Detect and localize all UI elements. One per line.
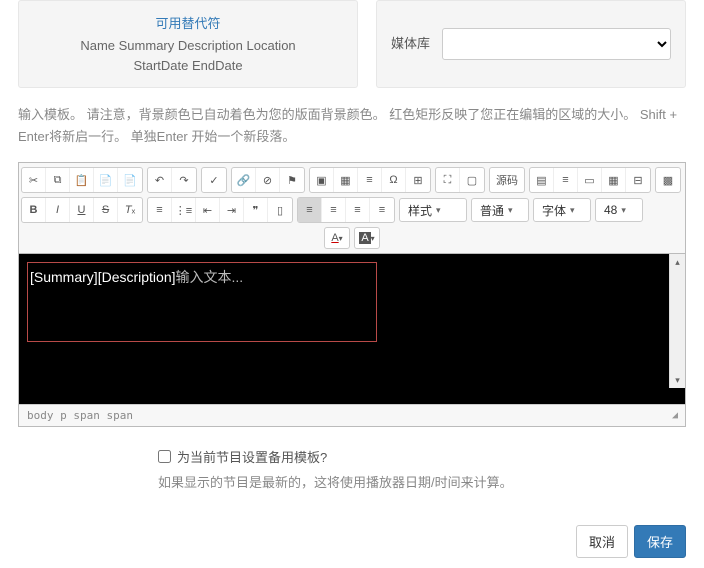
hr-icon[interactable]: ≡ — [358, 168, 382, 192]
fontsize-select[interactable]: 48▾ — [595, 198, 643, 222]
save-button[interactable]: 保存 — [634, 525, 686, 558]
div-icon[interactable]: ▯ — [268, 198, 292, 222]
alignleft-icon[interactable]: ≡ — [298, 198, 322, 222]
paragraph-select[interactable]: 普通▾ — [471, 198, 529, 222]
chevron-down-icon: ▾ — [570, 205, 575, 216]
region-outline: [Summary][Description]输入文本... — [27, 262, 377, 342]
paste-word-icon[interactable]: 📄 — [118, 168, 142, 192]
chevron-down-icon: ▾ — [508, 205, 513, 216]
resize-handle[interactable]: ◢ — [672, 410, 677, 421]
table-icon[interactable]: ▦ — [334, 168, 358, 192]
blockquote-icon[interactable]: ❞ — [244, 198, 268, 222]
fallback-checkbox[interactable] — [158, 450, 171, 463]
strike-button[interactable]: S — [94, 198, 118, 222]
chevron-down-icon: ▾ — [436, 205, 441, 216]
editor-toolbar: ✂ ⧉ 📋 📄 📄 ↶ ↷ ✓ 🔗 ⊘ ⚑ — [19, 163, 685, 254]
selectall-icon[interactable]: ▭ — [578, 168, 602, 192]
cut-icon[interactable]: ✂ — [22, 168, 46, 192]
content-description: [Description] — [98, 269, 176, 285]
media-label: 媒体库 — [391, 36, 430, 53]
help-text: 输入模板。 请注意，背景颜色已自动着色为您的版面背景颜色。 红色矩形反映了您正在… — [18, 104, 686, 148]
bgcolor-button[interactable]: A ▾ — [354, 227, 380, 249]
spellcheck-icon[interactable]: ✓ — [202, 168, 226, 192]
editor: ✂ ⧉ 📋 📄 📄 ↶ ↷ ✓ 🔗 ⊘ ⚑ — [18, 162, 686, 427]
content-summary: [Summary] — [30, 269, 98, 285]
italic-button[interactable]: I — [46, 198, 70, 222]
alignjustify-icon[interactable]: ≡ — [370, 198, 394, 222]
source-button[interactable]: 源码 — [490, 168, 524, 192]
editor-content[interactable]: [Summary][Description]输入文本... — [19, 254, 685, 404]
editor-statusbar: body p span span ◢ — [19, 404, 685, 426]
fallback-desc: 如果显示的节目是最新的，这将使用播放器日期/时间来计算。 — [158, 472, 686, 491]
fallback-checkbox-row[interactable]: 为当前节目设置备用模板? — [158, 447, 686, 466]
snippets-title: 可用替代符 — [33, 13, 343, 32]
media-panel: 媒体库 — [376, 0, 686, 88]
chevron-down-icon: ▾ — [621, 205, 626, 216]
snippets-line2: StartDate EndDate — [33, 56, 343, 76]
replace-icon[interactable]: ⊟ — [626, 168, 650, 192]
redo-icon[interactable]: ↷ — [172, 168, 196, 192]
image-icon[interactable]: ▣ — [310, 168, 334, 192]
about-icon[interactable]: ▩ — [656, 168, 680, 192]
outdent-icon[interactable]: ⇤ — [196, 198, 220, 222]
styles-select[interactable]: 样式▾ — [399, 198, 467, 222]
specialchar-icon[interactable]: Ω — [382, 168, 406, 192]
unlink-icon[interactable]: ⊘ — [256, 168, 280, 192]
paste-icon[interactable]: 📋 — [70, 168, 94, 192]
textcolor-button[interactable]: A ▾ — [324, 227, 350, 249]
content-placeholder: 输入文本... — [176, 269, 244, 285]
showblocks-icon[interactable]: ▢ — [460, 168, 484, 192]
find-icon[interactable]: ▦ — [602, 168, 626, 192]
undo-icon[interactable]: ↶ — [148, 168, 172, 192]
media-select[interactable] — [442, 28, 671, 60]
indent-icon[interactable]: ⇥ — [220, 198, 244, 222]
anchor-icon[interactable]: ⚑ — [280, 168, 304, 192]
font-select[interactable]: 字体▾ — [533, 198, 591, 222]
snippets-line1: Name Summary Description Location — [33, 36, 343, 56]
templates-icon[interactable]: ▤ — [530, 168, 554, 192]
scroll-down-icon[interactable]: ▾ — [670, 372, 685, 388]
maximize-icon[interactable]: ⛶ — [436, 168, 460, 192]
snippets-panel: 可用替代符 Name Summary Description Location … — [18, 0, 358, 88]
bold-button[interactable]: B — [22, 198, 46, 222]
bullist-icon[interactable]: ⋮≡ — [172, 198, 196, 222]
paste-text-icon[interactable]: 📄 — [94, 168, 118, 192]
scroll-up-icon[interactable]: ▴ — [670, 254, 685, 270]
numlist-icon[interactable]: ≡ — [148, 198, 172, 222]
link-icon[interactable]: 🔗 — [232, 168, 256, 192]
element-path[interactable]: body p span span — [27, 409, 133, 422]
aligncenter-icon[interactable]: ≡ — [322, 198, 346, 222]
pagebreak-icon[interactable]: ≡ — [554, 168, 578, 192]
removeformat-icon[interactable]: Tₓ — [118, 198, 142, 222]
vertical-scrollbar[interactable]: ▴ ▾ — [669, 254, 685, 388]
cancel-button[interactable]: 取消 — [576, 525, 628, 558]
fallback-label: 为当前节目设置备用模板? — [177, 447, 327, 466]
iframe-icon[interactable]: ⊞ — [406, 168, 430, 192]
copy-icon[interactable]: ⧉ — [46, 168, 70, 192]
alignright-icon[interactable]: ≡ — [346, 198, 370, 222]
underline-button[interactable]: U — [70, 198, 94, 222]
